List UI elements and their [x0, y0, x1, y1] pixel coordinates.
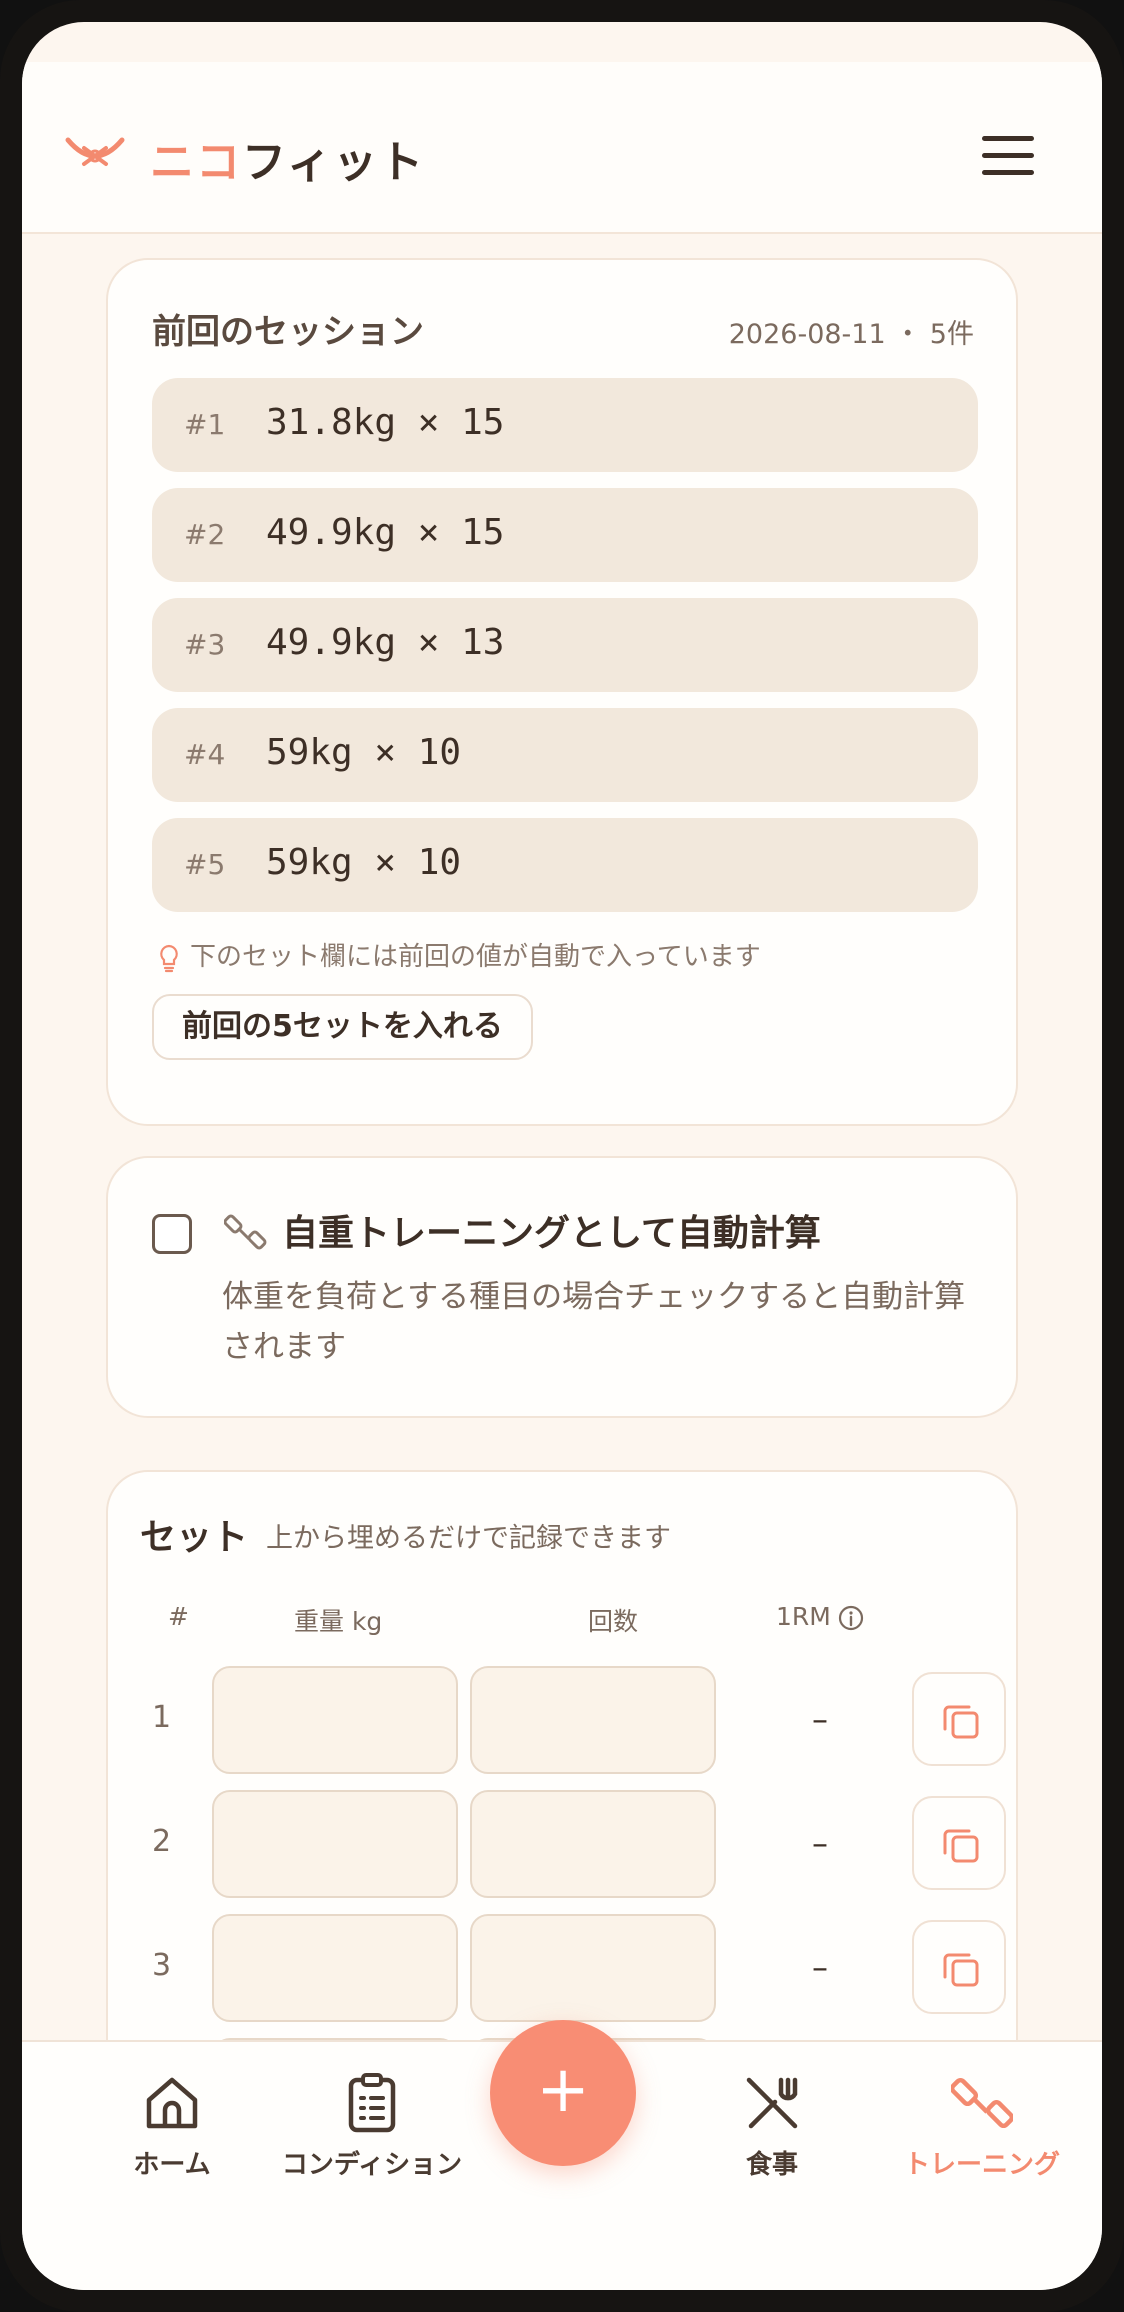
previous-set-number: #4 — [184, 738, 226, 771]
nav-label-meal: 食事 — [745, 2150, 798, 2180]
weight-input[interactable] — [212, 1914, 458, 2022]
previous-set-number: #5 — [184, 848, 226, 881]
reps-input[interactable] — [470, 1914, 716, 2022]
set-row-number: 1 — [152, 1700, 172, 1735]
fill-previous-sets-button[interactable]: 前回の5セットを入れる — [152, 994, 533, 1060]
copy-set-button[interactable] — [912, 1796, 1006, 1890]
autofill-hint-text: 下のセット欄には前回の値が自動で入っています — [190, 942, 761, 972]
column-header-reps: 回数 — [588, 1607, 639, 1636]
logo-icon — [65, 137, 125, 166]
weight-input[interactable] — [212, 1790, 458, 1898]
sets-subtitle: 上から埋めるだけで記録できます — [266, 1523, 671, 1554]
clipboard-icon — [348, 2073, 396, 2133]
reps-input[interactable] — [470, 1666, 716, 1774]
nav-item-home[interactable]: ホーム — [92, 2072, 252, 2181]
previous-set-row: #4 59kg × 10 — [152, 708, 978, 802]
previous-set-number: #3 — [184, 628, 226, 661]
utensils-icon — [746, 2077, 798, 2129]
column-header-1rm: 1RM — [776, 1602, 865, 1632]
reps-input[interactable] — [470, 1790, 716, 1898]
weight-input[interactable] — [212, 1666, 458, 1774]
autofill-hint: 下のセット欄には前回の値が自動で入っています — [154, 936, 761, 973]
copy-icon — [943, 1829, 979, 1863]
lightbulb-icon — [160, 944, 178, 972]
previous-set-number: #2 — [184, 518, 226, 551]
previous-set-value: 31.8kg × 15 — [266, 402, 505, 443]
app-screen: ニコフィット 前回のセッション 2026-08-11 ・ 5件 #1 31.8k… — [22, 22, 1102, 2290]
one-rm-value: – — [812, 1700, 828, 1738]
nav-item-condition[interactable]: コンディション — [272, 2072, 472, 2181]
logo-main-text: フィット — [242, 137, 426, 188]
previous-set-row: #1 31.8kg × 15 — [152, 378, 978, 472]
one-rm-value: – — [812, 1948, 828, 1986]
nav-label-home: ホーム — [133, 2150, 211, 2180]
nav-item-training[interactable]: トレーニング — [882, 2072, 1082, 2181]
column-header-1rm-label: 1RM — [776, 1602, 831, 1631]
set-row-number: 3 — [152, 1948, 172, 1983]
previous-set-row: #3 49.9kg × 13 — [152, 598, 978, 692]
logo-accent-text: ニコ — [150, 137, 242, 188]
previous-session-card: 前回のセッション 2026-08-11 ・ 5件 #1 31.8kg × 15 … — [106, 258, 1018, 1126]
previous-set-value: 49.9kg × 15 — [266, 512, 505, 553]
previous-set-row: #2 49.9kg × 15 — [152, 488, 978, 582]
device-frame: ニコフィット 前回のセッション 2026-08-11 ・ 5件 #1 31.8k… — [0, 0, 1124, 2312]
copy-set-button[interactable] — [912, 1672, 1006, 1766]
copy-icon — [943, 1953, 979, 1987]
column-header-number: # — [168, 1602, 189, 1631]
nav-label-condition: コンディション — [281, 2150, 463, 2180]
hamburger-menu-icon[interactable] — [982, 136, 1034, 176]
nav-label-training: トレーニング — [903, 2150, 1060, 2180]
previous-set-row: #5 59kg × 10 — [152, 818, 978, 912]
home-icon — [146, 2077, 198, 2129]
copy-set-button[interactable] — [912, 1920, 1006, 2014]
set-row-number: 2 — [152, 1824, 172, 1859]
bodyweight-checkbox[interactable] — [152, 1214, 192, 1254]
previous-set-value: 59kg × 10 — [266, 732, 462, 773]
previous-session-title: 前回のセッション — [152, 312, 424, 352]
nav-item-meal[interactable]: 食事 — [692, 2072, 852, 2181]
info-icon[interactable] — [837, 1604, 865, 1632]
bodyweight-card: 自重トレーニングとして自動計算 体重を負荷とする種目の場合チェックすると自動計算… — [106, 1156, 1018, 1418]
previous-set-number: #1 — [184, 408, 226, 441]
plus-icon: + — [536, 2053, 590, 2127]
copy-icon — [943, 1705, 979, 1739]
column-header-weight: 重量 kg — [294, 1607, 383, 1636]
previous-set-value: 49.9kg × 13 — [266, 622, 505, 663]
previous-set-value: 59kg × 10 — [266, 842, 462, 883]
bodyweight-description: 体重を負荷とする種目の場合チェックすると自動計算されます — [222, 1279, 966, 1365]
app-header: ニコフィット — [22, 62, 1102, 234]
sets-title: セット — [140, 1517, 249, 1558]
add-record-fab-button[interactable]: + — [490, 2020, 636, 2166]
dumbbell-icon — [951, 2077, 1013, 2129]
bodyweight-title: 自重トレーニングとして自動計算 — [282, 1213, 821, 1254]
dumbbell-icon — [224, 1214, 267, 1250]
app-logo-text: ニコフィット — [150, 126, 425, 190]
previous-session-meta: 2026-08-11 ・ 5件 — [728, 319, 974, 350]
one-rm-value: – — [812, 1824, 828, 1862]
